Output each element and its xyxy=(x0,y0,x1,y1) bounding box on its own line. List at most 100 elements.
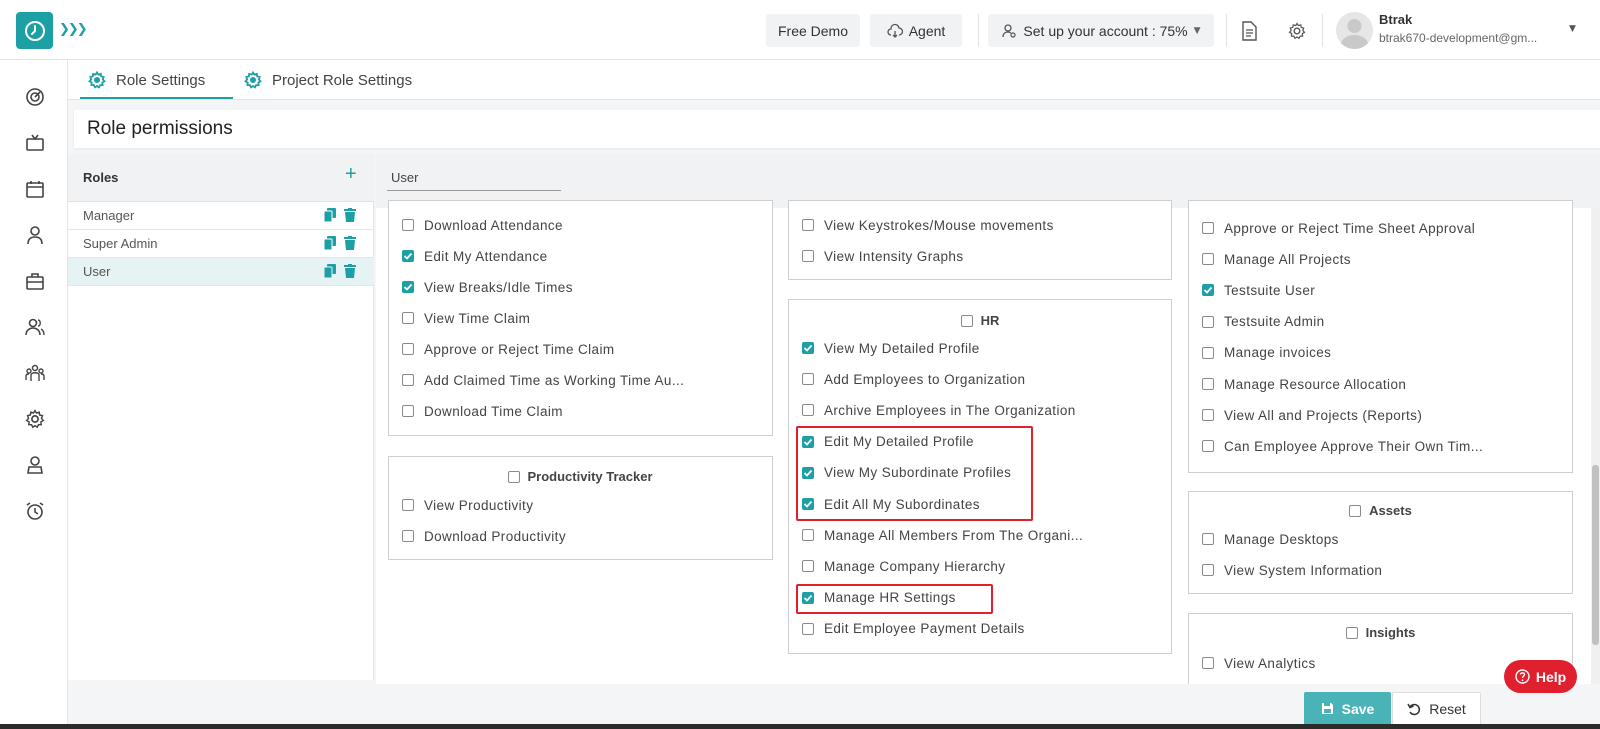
tv-icon[interactable] xyxy=(24,132,46,154)
checkbox[interactable] xyxy=(802,219,814,231)
checkbox[interactable] xyxy=(402,530,414,542)
checkbox[interactable] xyxy=(1202,440,1214,453)
permission-item[interactable]: Manage Resource Allocation xyxy=(1202,374,1406,394)
expand-sidebar-icon[interactable]: ❯❯❯ xyxy=(59,22,88,37)
checkbox[interactable] xyxy=(507,470,520,483)
checkbox[interactable] xyxy=(802,529,814,542)
checkbox[interactable] xyxy=(802,250,814,262)
checkbox[interactable] xyxy=(1345,626,1358,639)
user-icon[interactable] xyxy=(24,224,46,246)
scrollbar-thumb[interactable] xyxy=(1592,465,1599,645)
checkbox[interactable] xyxy=(1349,504,1362,517)
active-tab-indicator xyxy=(80,97,233,99)
checkbox[interactable] xyxy=(1202,533,1214,545)
permission-item[interactable]: View Breaks/Idle Times xyxy=(402,277,573,297)
checkbox[interactable] xyxy=(402,374,414,386)
permission-item[interactable]: Download Productivity xyxy=(402,526,566,546)
checkbox[interactable] xyxy=(1202,346,1214,359)
permission-item[interactable]: Manage Company Hierarchy xyxy=(802,556,1005,576)
permission-item[interactable]: View Time Claim xyxy=(402,308,530,328)
permission-item[interactable]: Edit Employee Payment Details xyxy=(802,619,1025,639)
permission-item[interactable]: View My Detailed Profile xyxy=(802,338,980,358)
help-button[interactable]: Help xyxy=(1504,660,1577,693)
team-icon[interactable] xyxy=(24,362,46,384)
users-icon[interactable] xyxy=(24,316,46,338)
sidebar xyxy=(0,60,68,729)
checkbox[interactable] xyxy=(802,560,814,573)
briefcase-icon[interactable] xyxy=(24,270,46,292)
checkbox[interactable] xyxy=(1202,253,1214,266)
checkbox[interactable] xyxy=(1202,564,1214,576)
permission-item[interactable]: Edit My Attendance xyxy=(402,246,548,266)
permission-item[interactable]: Manage Desktops xyxy=(1202,529,1339,549)
checkbox[interactable] xyxy=(402,312,414,324)
permission-item[interactable]: Manage All Members From The Organi... xyxy=(802,525,1083,545)
role-item-super-admin[interactable]: Super Admin xyxy=(68,230,374,258)
permission-item[interactable]: View All and Projects (Reports) xyxy=(1202,405,1422,425)
copy-icon[interactable] xyxy=(324,264,336,278)
permission-item[interactable]: Add Claimed Time as Working Time Au... xyxy=(402,370,684,390)
agent-button[interactable]: Agent xyxy=(870,14,962,47)
document-icon[interactable] xyxy=(1240,21,1258,46)
permission-item[interactable]: Download Attendance xyxy=(402,215,563,235)
checkbox[interactable] xyxy=(1202,657,1214,669)
checkbox[interactable] xyxy=(1202,315,1214,328)
permission-item[interactable]: View Keystrokes/Mouse movements xyxy=(802,215,1054,235)
checkbox[interactable] xyxy=(960,314,973,327)
reset-button[interactable]: Reset xyxy=(1392,692,1481,725)
user-menu-caret-icon[interactable]: ▼ xyxy=(1569,24,1576,34)
permission-item[interactable]: View System Information xyxy=(1202,560,1382,580)
role-item-user[interactable]: User xyxy=(68,258,374,286)
tab-project-role-settings[interactable]: Project Role Settings xyxy=(244,64,412,96)
setup-account-dropdown[interactable]: Set up your account : 75% ▼ xyxy=(988,14,1214,47)
checkbox[interactable] xyxy=(1202,222,1214,234)
copy-icon[interactable] xyxy=(324,236,336,250)
checkbox[interactable] xyxy=(402,219,414,231)
app-logo[interactable] xyxy=(16,12,53,49)
calendar-icon[interactable] xyxy=(24,178,46,200)
checkbox[interactable] xyxy=(402,405,414,417)
insights-title[interactable]: Insights xyxy=(1188,625,1573,640)
checkbox[interactable] xyxy=(402,343,414,355)
checkbox[interactable] xyxy=(802,404,814,417)
checkbox-checked[interactable] xyxy=(802,342,814,354)
permission-item[interactable]: Manage All Projects xyxy=(1202,249,1351,269)
checkbox-checked[interactable] xyxy=(402,281,414,293)
permission-item[interactable]: View Productivity xyxy=(402,495,533,515)
permission-item[interactable]: Testsuite User xyxy=(1202,280,1315,300)
permission-item[interactable]: Add Employees to Organization xyxy=(802,369,1025,389)
settings-icon[interactable] xyxy=(24,408,46,430)
avatar[interactable] xyxy=(1336,12,1373,49)
checkbox-checked[interactable] xyxy=(402,250,414,262)
checkbox[interactable] xyxy=(802,373,814,386)
delete-icon[interactable] xyxy=(344,264,356,278)
delete-icon[interactable] xyxy=(344,208,356,222)
permission-item[interactable]: View Analytics xyxy=(1202,653,1316,673)
checkbox-checked[interactable] xyxy=(1202,284,1214,297)
delete-icon[interactable] xyxy=(344,236,356,250)
permission-item[interactable]: Approve or Reject Time Sheet Approval xyxy=(1202,218,1475,238)
hr-title[interactable]: HR xyxy=(788,313,1172,328)
role-item-manager[interactable]: Manager xyxy=(68,202,374,230)
checkbox[interactable] xyxy=(802,622,814,635)
checkbox[interactable] xyxy=(402,499,414,511)
settings-gear-icon[interactable] xyxy=(1288,22,1306,45)
checkbox[interactable] xyxy=(1202,409,1214,422)
free-demo-button[interactable]: Free Demo xyxy=(766,14,860,47)
checkbox[interactable] xyxy=(1202,378,1214,390)
add-role-icon[interactable]: + xyxy=(345,163,357,186)
permission-item[interactable]: Archive Employees in The Organization xyxy=(802,400,1076,420)
permission-item[interactable]: Manage invoices xyxy=(1202,343,1331,363)
alarm-clock-icon[interactable] xyxy=(24,500,46,522)
permission-item[interactable]: Testsuite Admin xyxy=(1202,312,1325,332)
copy-icon[interactable] xyxy=(324,208,336,222)
assets-title[interactable]: Assets xyxy=(1188,503,1573,518)
permission-item[interactable]: View Intensity Graphs xyxy=(802,246,963,266)
permission-item[interactable]: Can Employee Approve Their Own Tim... xyxy=(1202,436,1483,456)
tab-role-settings[interactable]: Role Settings xyxy=(88,64,205,96)
save-button[interactable]: Save xyxy=(1304,692,1391,725)
dashboard-icon[interactable] xyxy=(24,86,46,108)
selected-role-input[interactable]: User xyxy=(391,170,418,185)
permission-item[interactable]: Download Time Claim xyxy=(402,401,563,421)
permission-item[interactable]: Approve or Reject Time Claim xyxy=(402,339,615,359)
